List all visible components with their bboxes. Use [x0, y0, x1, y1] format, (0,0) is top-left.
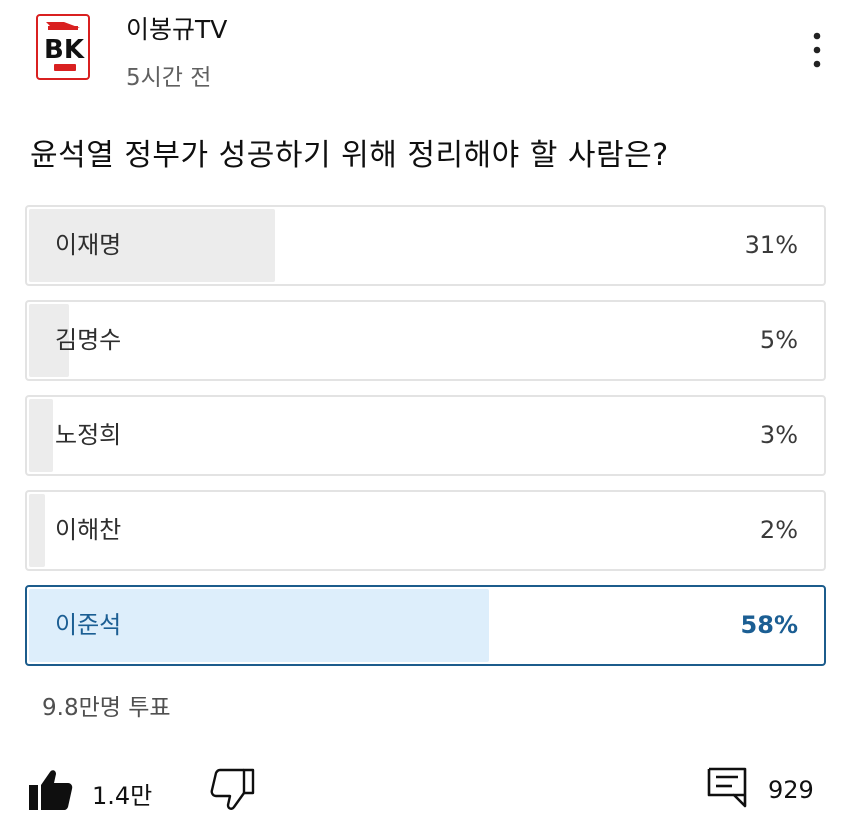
thumbs-down-icon	[210, 768, 255, 810]
channel-name[interactable]: 이봉규TV	[126, 10, 227, 46]
logo-text: BK	[44, 35, 85, 65]
poll-option-result-bar	[29, 494, 45, 567]
poll-option-percent: 2%	[759, 516, 798, 544]
poll-option-percent: 3%	[759, 421, 798, 449]
vote-count: 9.8만명 투표	[42, 695, 171, 721]
poll-option-selected[interactable]: 이준석 58%	[25, 585, 826, 666]
poll-option-label: 이해찬	[55, 516, 122, 544]
poll-option-percent: 5%	[759, 326, 798, 354]
poll-option[interactable]: 이해찬 2%	[25, 490, 826, 571]
poll-option[interactable]: 노정희 3%	[25, 395, 826, 476]
poll-question: 윤석열 정부가 성공하기 위해 정리해야 할 사람은?	[30, 138, 669, 173]
poll-options: 이재명 31% 김명수 5% 노정희 3% 이해찬 2% 이준석 58%	[25, 205, 826, 680]
channel-logo: BK	[44, 22, 85, 71]
poll-option[interactable]: 이재명 31%	[25, 205, 826, 286]
comment-button[interactable]	[706, 766, 748, 818]
poll-option-percent: 31%	[744, 231, 798, 259]
poll-option-percent: 58%	[740, 611, 798, 639]
like-count: 1.4만	[92, 782, 153, 810]
poll-option[interactable]: 김명수 5%	[25, 300, 826, 381]
dislike-button[interactable]	[210, 768, 256, 820]
post-header: BK 이봉규TV 5시간 전	[0, 0, 850, 110]
like-button[interactable]	[28, 768, 74, 820]
thumbs-up-icon	[29, 770, 73, 810]
poll-option-label: 노정희	[55, 421, 122, 449]
poll-option-label: 김명수	[55, 326, 122, 354]
channel-avatar[interactable]: BK	[36, 14, 90, 80]
poll-option-result-bar	[29, 399, 53, 472]
poll-option-label: 이재명	[55, 231, 122, 259]
more-options-button[interactable]	[805, 28, 829, 72]
poll-option-label: 이준석	[55, 611, 122, 639]
more-vert-icon	[813, 32, 821, 68]
comment-icon	[707, 767, 747, 808]
comment-count: 929	[768, 776, 814, 804]
post-time: 5시간 전	[126, 65, 212, 91]
